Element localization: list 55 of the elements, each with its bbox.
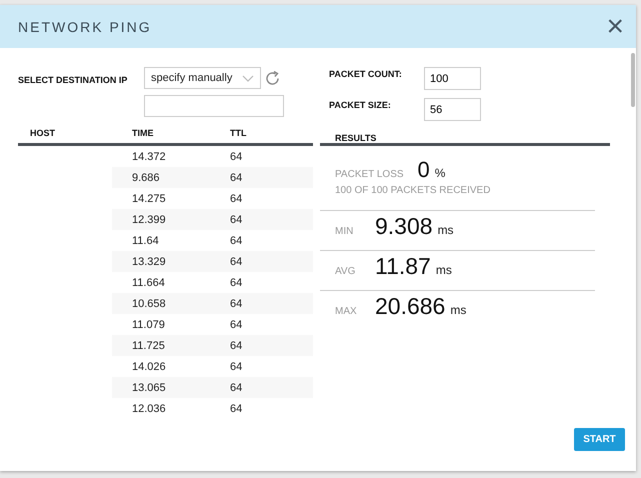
unit-label: ms <box>438 223 454 237</box>
table-cell-text: 64 <box>230 172 244 184</box>
stat-value: 0 <box>418 157 430 183</box>
table-cell-text: 9.686 <box>132 172 161 184</box>
table-cell-text: 14.026 <box>132 360 167 372</box>
column-header: HOST <box>29 128 56 140</box>
received-summary: 100 OF 100 PACKETS RECEIVED <box>320 183 595 211</box>
table-cell-text: 64 <box>230 234 244 246</box>
table-cell-text: 64 <box>230 340 244 352</box>
table-cell-text: 64 <box>230 318 244 330</box>
scrollbar-thumb <box>631 53 635 107</box>
table-cell-text: 13.065 <box>132 382 167 394</box>
table-cell-text: 12.036 <box>132 402 167 414</box>
stat-value: 9.308 <box>375 213 433 240</box>
table-cell-text: 64 <box>230 382 244 394</box>
stat-label: PACKET LOSS <box>335 169 404 180</box>
column-header: TIME <box>132 128 154 140</box>
table-cell-text: 14.275 <box>132 192 167 204</box>
table-cell-text: 64 <box>230 360 244 372</box>
unit-label: ms <box>436 263 452 277</box>
dialog-title: NETWORK PING <box>18 18 152 34</box>
field-label: PACKET SIZE: <box>329 99 392 112</box>
unit-label: ms <box>450 303 466 317</box>
close-button[interactable]: × <box>602 12 628 42</box>
ip-address-field[interactable] <box>144 95 284 117</box>
table-cell-text: 10.658 <box>132 298 167 310</box>
table-cell-text: 64 <box>230 276 244 288</box>
number-field[interactable]: 100 <box>424 67 481 90</box>
field-label: SELECT DESTINATION IP <box>18 74 128 87</box>
table-cell-text: 64 <box>230 402 244 414</box>
number-field[interactable]: 56 <box>424 98 481 121</box>
column-header: TTL <box>230 128 248 140</box>
table-cell-text: 12.399 <box>132 214 167 226</box>
table-cell-text: 64 <box>230 150 244 162</box>
table-cell-text: 11.64 <box>132 234 160 246</box>
table-cell-text: 64 <box>230 298 244 310</box>
section-header: RESULTS <box>335 133 376 143</box>
table-cell-text: 14.372 <box>132 150 167 162</box>
chevron-down-icon <box>242 74 254 82</box>
table-cell-text: 11.725 <box>132 340 166 352</box>
stat-value: 20.686 <box>375 293 446 320</box>
stat-label: MIN <box>335 225 354 237</box>
refresh-icon[interactable] <box>264 70 281 86</box>
stat-value: 11.87 <box>375 253 431 280</box>
stat-label: MAX <box>335 305 358 317</box>
unit-label: % <box>434 166 446 180</box>
table-cell-text: 64 <box>230 256 244 268</box>
field-label: PACKET COUNT: <box>329 68 403 81</box>
table-cell-text: 11.079 <box>132 318 166 330</box>
table-cell-text: 11.664 <box>132 276 166 288</box>
table-cell-text: 64 <box>230 192 244 204</box>
table-cell-text: 64 <box>230 214 244 226</box>
stat-label: AVG <box>335 265 356 277</box>
table-cell-text: 13.329 <box>132 256 167 268</box>
destination-dropdown[interactable]: specify manually <box>144 67 261 89</box>
